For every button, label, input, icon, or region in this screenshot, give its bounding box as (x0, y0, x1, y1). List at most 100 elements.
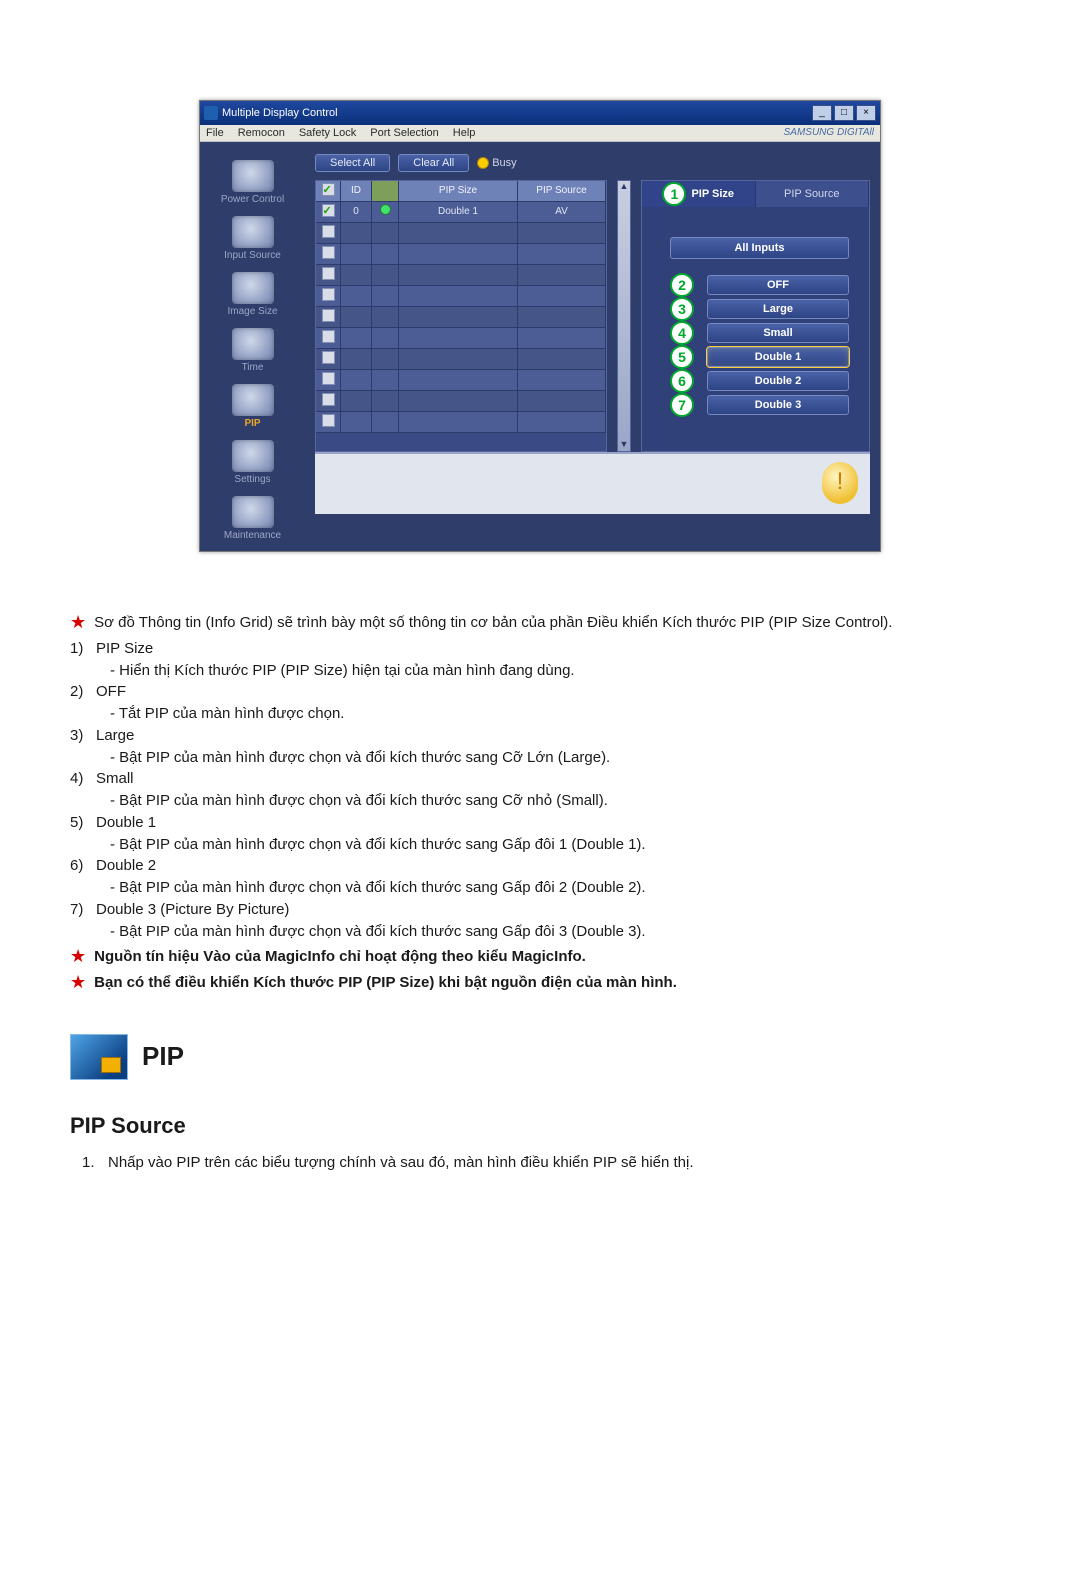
numbered-item: 1)PIP Size- Hiển thị Kích thước PIP (PIP… (70, 638, 1010, 682)
item-description: - Bật PIP của màn hình được chọn và đổi … (70, 834, 1010, 856)
cell-id (341, 223, 372, 243)
table-row[interactable] (316, 349, 606, 370)
pip-size-option-button[interactable]: Large (707, 299, 849, 319)
scroll-down-icon[interactable]: ▼ (618, 439, 630, 451)
cell-pip-size (399, 328, 518, 348)
cell-pip-source (518, 223, 606, 243)
document-content: ★ Sơ đồ Thông tin (Info Grid) sẽ trình b… (70, 612, 1010, 1173)
select-all-button[interactable]: Select All (315, 154, 390, 172)
menu-port-selection[interactable]: Port Selection (370, 127, 438, 139)
sidebar-item-settings[interactable]: Settings (200, 440, 305, 485)
brand-label: SAMSUNG DIGITAll (784, 127, 874, 138)
minimize-button[interactable]: _ (812, 105, 832, 121)
cell-pip-source (518, 391, 606, 411)
table-row[interactable] (316, 223, 606, 244)
sidebar-item-pip[interactable]: PIP (200, 384, 305, 429)
power-control-icon (232, 160, 274, 192)
cell-pip-size (399, 307, 518, 327)
table-row[interactable] (316, 307, 606, 328)
table-row[interactable] (316, 412, 606, 433)
cell-status (372, 370, 399, 390)
row-checkbox[interactable] (322, 330, 335, 343)
row-checkbox[interactable] (322, 246, 335, 259)
pip-size-option-button[interactable]: OFF (707, 275, 849, 295)
cell-pip-size: Double 1 (399, 202, 518, 222)
sidebar-item-time[interactable]: Time (200, 328, 305, 373)
grid-scrollbar[interactable]: ▲ ▼ (617, 180, 631, 452)
menu-safety-lock[interactable]: Safety Lock (299, 127, 356, 139)
app-icon (204, 106, 218, 120)
sidebar: Power Control Input Source Image Size Ti… (200, 142, 305, 551)
all-inputs-button[interactable]: All Inputs (670, 237, 849, 259)
col-header-pip-size: PIP Size (399, 181, 518, 201)
row-checkbox[interactable] (322, 372, 335, 385)
row-checkbox[interactable] (322, 351, 335, 364)
col-header-pip-source: PIP Source (518, 181, 606, 201)
numbered-item: 7)Double 3 (Picture By Picture)- Bật PIP… (70, 899, 1010, 943)
cell-pip-size (399, 391, 518, 411)
tab-pip-source[interactable]: PIP Source (756, 181, 870, 207)
status-dot-icon (380, 204, 391, 215)
pip-size-option-row: 7Double 3 (670, 393, 849, 417)
pip-size-option-button[interactable]: Double 1 (707, 347, 849, 367)
item-number: 1) (70, 638, 96, 660)
table-row[interactable] (316, 328, 606, 349)
row-checkbox[interactable] (322, 393, 335, 406)
header-checkbox[interactable] (322, 183, 335, 196)
cell-pip-source (518, 349, 606, 369)
close-button[interactable]: × (856, 105, 876, 121)
scroll-up-icon[interactable]: ▲ (618, 181, 630, 193)
maximize-button[interactable]: □ (834, 105, 854, 121)
callout-5: 5 (670, 345, 694, 369)
sidebar-item-image-size[interactable]: Image Size (200, 272, 305, 317)
callout-1: 1 (662, 182, 686, 206)
menu-remocon[interactable]: Remocon (238, 127, 285, 139)
settings-icon (232, 440, 274, 472)
item-description: - Bật PIP của màn hình được chọn và đổi … (70, 921, 1010, 943)
cell-status (372, 223, 399, 243)
pip-control-panel: 1 PIP Size PIP Source All Inputs 2OFF3La… (641, 180, 870, 452)
row-checkbox[interactable] (322, 309, 335, 322)
pip-size-option-button[interactable]: Double 3 (707, 395, 849, 415)
clear-all-button[interactable]: Clear All (398, 154, 469, 172)
row-checkbox[interactable] (322, 288, 335, 301)
table-row[interactable] (316, 370, 606, 391)
item-number: 6) (70, 855, 96, 877)
tab-pip-size[interactable]: 1 PIP Size (642, 181, 756, 207)
cell-status (372, 286, 399, 306)
input-source-icon (232, 216, 274, 248)
item-description: - Tắt PIP của màn hình được chọn. (70, 703, 1010, 725)
cell-status (372, 265, 399, 285)
pip-size-option-button[interactable]: Small (707, 323, 849, 343)
cell-id: 0 (341, 202, 372, 222)
item-title: Double 1 (96, 812, 1010, 834)
row-checkbox[interactable] (322, 267, 335, 280)
callout-4: 4 (670, 321, 694, 345)
item-title: Large (96, 725, 1010, 747)
sidebar-item-power-control[interactable]: Power Control (200, 160, 305, 205)
menu-file[interactable]: File (206, 127, 224, 139)
col-header-id: ID (341, 181, 372, 201)
cell-status (372, 391, 399, 411)
row-checkbox[interactable] (322, 204, 335, 217)
sidebar-item-input-source[interactable]: Input Source (200, 216, 305, 261)
cell-pip-size (399, 223, 518, 243)
table-row[interactable] (316, 265, 606, 286)
row-checkbox[interactable] (322, 414, 335, 427)
title-bar: Multiple Display Control _ □ × (200, 101, 880, 125)
table-row[interactable]: 0Double 1AV (316, 202, 606, 223)
pip-size-option-row: 3Large (670, 297, 849, 321)
row-checkbox[interactable] (322, 225, 335, 238)
menu-bar: File Remocon Safety Lock Port Selection … (200, 125, 880, 142)
item-number: 5) (70, 812, 96, 834)
cell-pip-size (399, 349, 518, 369)
sidebar-item-maintenance[interactable]: Maintenance (200, 496, 305, 541)
table-row[interactable] (316, 244, 606, 265)
item-title: PIP Size (96, 638, 1010, 660)
table-row[interactable] (316, 391, 606, 412)
table-row[interactable] (316, 286, 606, 307)
pip-size-option-button[interactable]: Double 2 (707, 371, 849, 391)
menu-help[interactable]: Help (453, 127, 476, 139)
cell-id (341, 244, 372, 264)
numbered-item: 6)Double 2- Bật PIP của màn hình được ch… (70, 855, 1010, 899)
